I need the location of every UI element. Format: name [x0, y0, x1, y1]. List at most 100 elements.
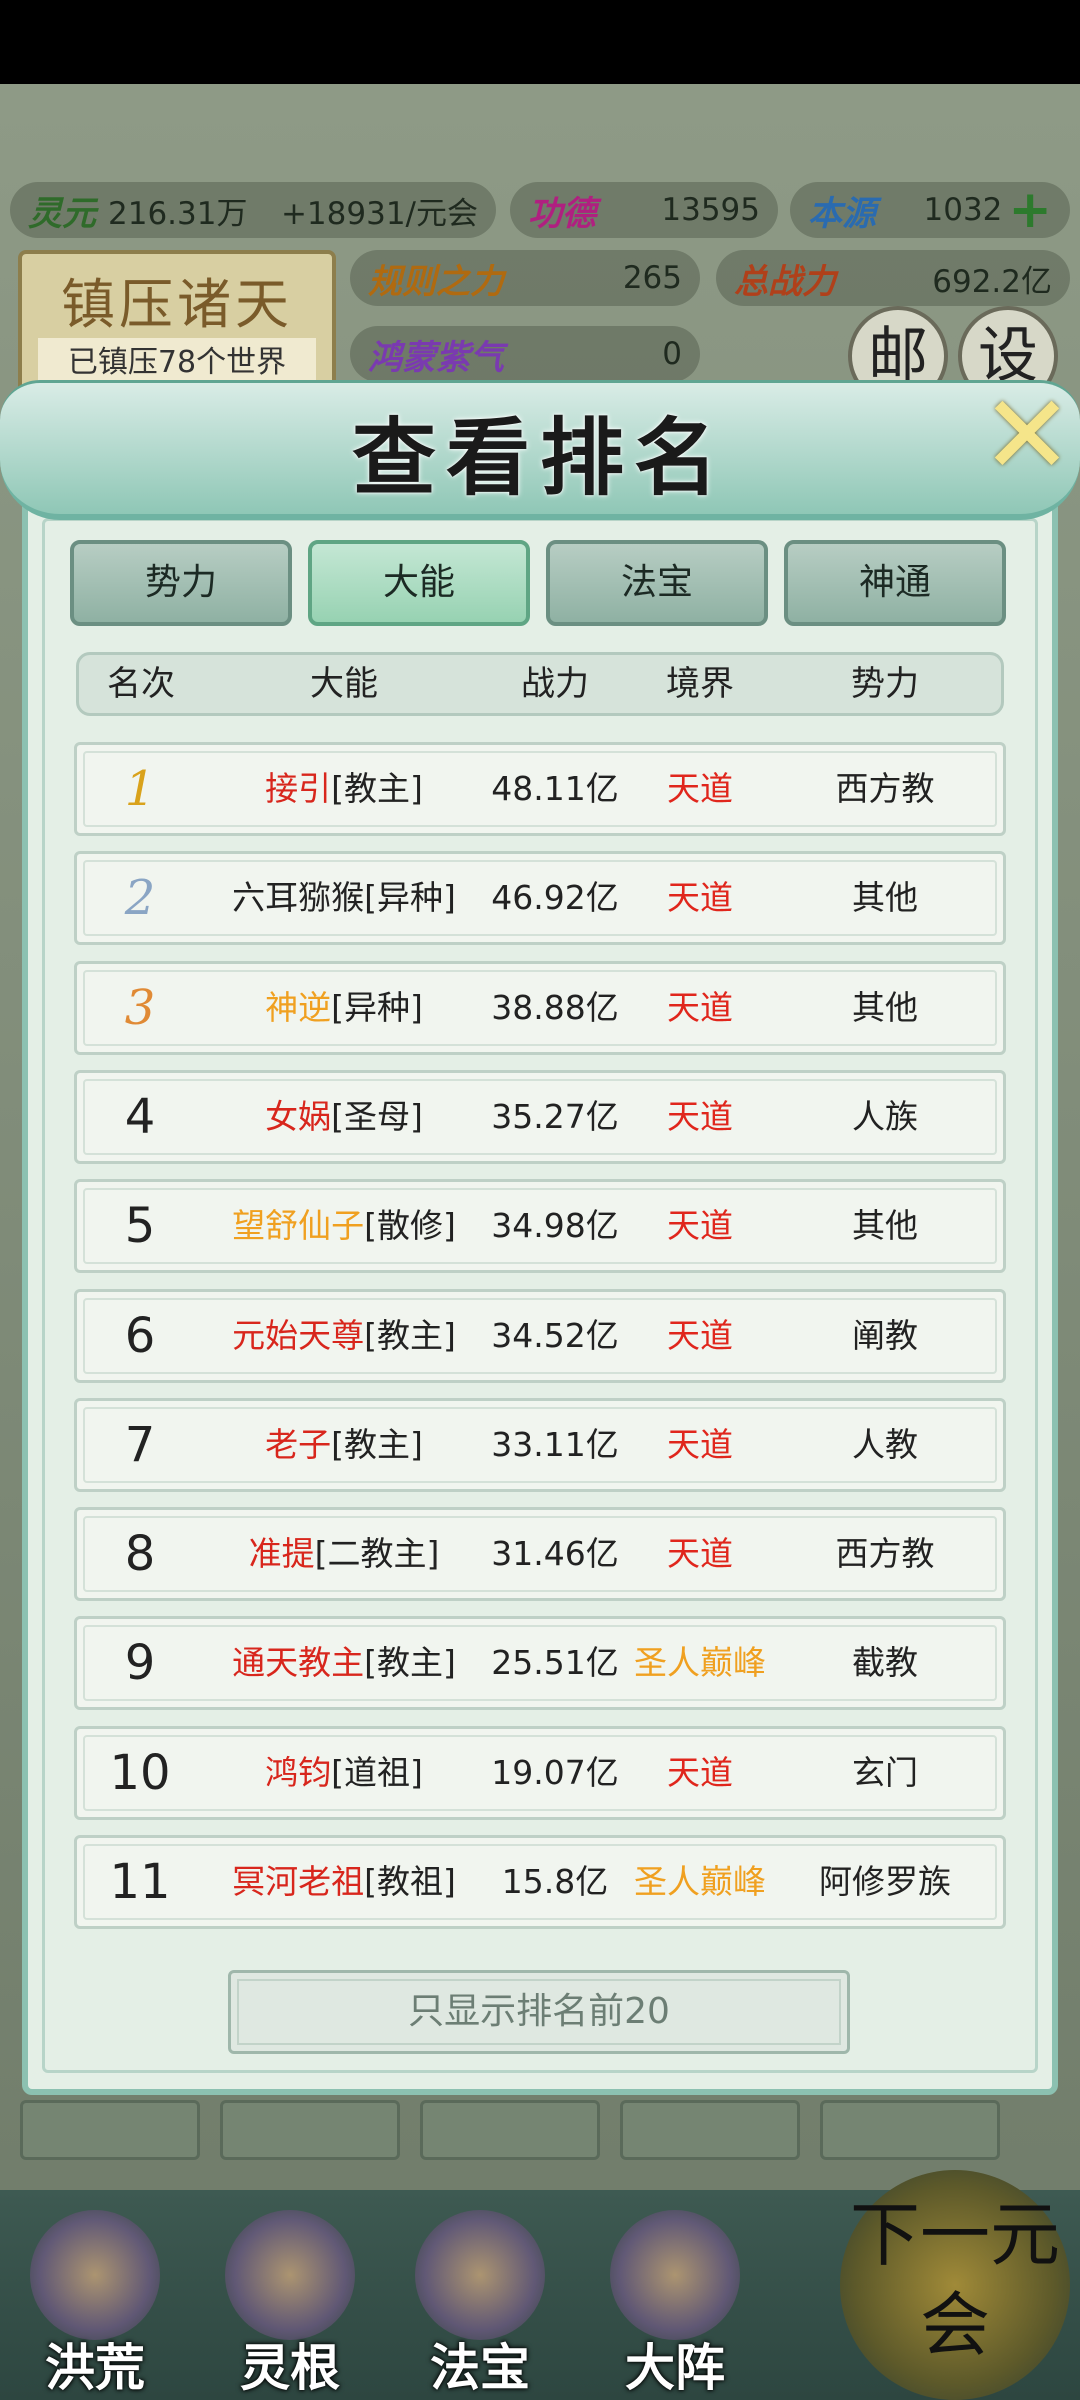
zhenya-panel[interactable]: 镇压诸天 已镇压78个世界 [18, 250, 336, 400]
tab-daneng[interactable]: 大能 [308, 540, 530, 626]
row-name: 神逆 [265, 987, 332, 1027]
ranking-row[interactable]: 4 女娲[圣母] 35.27亿 天道 人族 [74, 1069, 1006, 1164]
benyuan-label: 本源 [808, 193, 876, 234]
row-faction: 其他 [852, 1206, 918, 1246]
next-yuanhui-button[interactable]: 下一元会 [840, 2170, 1070, 2400]
row-title: [教主] [364, 1643, 456, 1683]
ranking-row[interactable]: 6 元始天尊[教主] 34.52亿 天道 阐教 [74, 1288, 1006, 1383]
row-faction: 截教 [852, 1643, 918, 1683]
row-faction: 阿修罗族 [819, 1862, 951, 1901]
row-name: 鸿钧 [265, 1752, 332, 1792]
row-rank: 1 [124, 761, 156, 817]
row-faction: 西方教 [835, 1534, 935, 1574]
treasure-icon [415, 2210, 545, 2340]
nav-dazhen[interactable]: 大阵 [590, 2210, 760, 2400]
header-name: 大能 [310, 664, 378, 704]
tab-shentong[interactable]: 神通 [784, 540, 1006, 626]
row-rank: 9 [124, 1635, 156, 1692]
row-power: 25.51亿 [491, 1643, 619, 1683]
row-title: [二教主] [314, 1534, 440, 1574]
row-faction: 人教 [852, 1424, 918, 1464]
gongde-value: 13595 [661, 192, 760, 228]
row-power: 19.07亿 [491, 1752, 619, 1792]
row-title: [异种] [364, 878, 456, 918]
ranking-row[interactable]: 11 冥河老祖[教祖] 15.8亿 圣人巅峰 阿修罗族 [74, 1835, 1006, 1929]
ranking-row[interactable]: 9 通天教主[教主] 25.51亿 圣人巅峰 截教 [74, 1616, 1006, 1711]
row-name: 女娲 [265, 1096, 332, 1136]
row-rank: 11 [109, 1854, 171, 1910]
row-name-cell: 老子[教主] [203, 1401, 485, 1489]
gongde-label: 功德 [528, 193, 596, 234]
nav-honghuang[interactable]: 洪荒 [10, 2210, 180, 2400]
guize-value: 265 [622, 260, 682, 296]
ranking-row[interactable]: 2 六耳猕猴[异种] 46.92亿 天道 其他 [74, 851, 1006, 946]
dialog-header: 查看排名 [0, 380, 1080, 520]
row-title: [散修] [364, 1206, 456, 1246]
nav-label: 灵根 [240, 2338, 340, 2397]
header-faction: 势力 [851, 664, 919, 704]
row-title: [道祖] [331, 1752, 423, 1792]
slot [620, 2100, 800, 2160]
row-rank: 3 [124, 979, 156, 1036]
row-power: 33.11亿 [491, 1424, 619, 1464]
ranking-row[interactable]: 8 准提[二教主] 31.46亿 天道 西方教 [74, 1507, 1006, 1602]
table-header: 名次 大能 战力 境界 势力 [76, 652, 1004, 716]
row-name: 老子 [265, 1424, 332, 1464]
row-name-cell: 接引[教主] [203, 745, 485, 833]
row-name-cell: 通天教主[教主] [203, 1619, 485, 1707]
row-realm: 天道 [667, 1534, 733, 1574]
ranking-row[interactable]: 1 接引[教主] 48.11亿 天道 西方教 [74, 742, 1006, 836]
close-icon[interactable]: ✕ [972, 380, 1080, 490]
row-rank: 10 [109, 1744, 171, 1801]
row-power: 15.8亿 [501, 1862, 609, 1901]
row-faction: 西方教 [835, 769, 935, 808]
row-title: [教主] [331, 769, 423, 808]
row-name: 通天教主 [232, 1643, 365, 1683]
row-faction: 人族 [852, 1096, 918, 1136]
hongmeng-label: 鸿蒙紫气 [368, 337, 504, 378]
header-rank: 名次 [107, 664, 175, 704]
lingyuan-label: 灵元 [28, 193, 96, 234]
row-faction: 玄门 [852, 1752, 918, 1792]
row-name-cell: 冥河老祖[教祖] [203, 1838, 485, 1926]
tab-shili[interactable]: 势力 [70, 540, 292, 626]
row-rank: 7 [124, 1416, 156, 1473]
row-name-cell: 鸿钧[道祖] [203, 1729, 485, 1817]
add-icon[interactable]: + [1008, 180, 1052, 240]
row-power: 48.11亿 [491, 769, 619, 808]
ranking-row[interactable]: 3 神逆[异种] 38.88亿 天道 其他 [74, 960, 1006, 1055]
benyuan-bar: 本源 1032 + [790, 180, 1070, 240]
ranking-tabs: 势力 大能 法宝 神通 [48, 540, 1008, 626]
nav-fabao[interactable]: 法宝 [395, 2210, 565, 2400]
only-top20-button[interactable]: 只显示排名前20 [228, 1970, 850, 2054]
guize-bar: 规则之力 265 [350, 250, 700, 306]
guize-label: 规则之力 [368, 261, 504, 302]
nav-label: 洪荒 [45, 2338, 145, 2397]
ranking-row[interactable]: 5 望舒仙子[散修] 34.98亿 天道 其他 [74, 1179, 1006, 1274]
benyuan-value: 1032 [923, 192, 1003, 228]
row-rank: 6 [124, 1307, 156, 1364]
row-title: [圣母] [331, 1096, 423, 1136]
row-title: [教主] [331, 1424, 423, 1464]
zhenya-title: 镇压诸天 [61, 273, 293, 336]
row-power: 31.46亿 [491, 1534, 619, 1574]
zongzhanli-label: 总战力 [734, 261, 836, 302]
ranking-list[interactable]: 1 接引[教主] 48.11亿 天道 西方教 2 六耳猕猴[异种] 46.92亿 天道 其他 3 神逆… [74, 742, 1006, 1947]
row-name-cell: 准提[二教主] [203, 1510, 485, 1598]
slot [20, 2100, 200, 2160]
row-realm: 天道 [667, 1206, 733, 1246]
nav-label: 大阵 [625, 2338, 725, 2397]
row-rank: 8 [124, 1526, 156, 1583]
row-rank: 2 [124, 870, 156, 927]
row-realm: 圣人巅峰 [634, 1643, 766, 1683]
ranking-row[interactable]: 10 鸿钧[道祖] 19.07亿 天道 玄门 [74, 1725, 1006, 1820]
row-name-cell: 神逆[异种] [203, 964, 485, 1052]
row-power: 38.88亿 [491, 987, 619, 1027]
row-title: [异种] [331, 987, 423, 1027]
row-name-cell: 元始天尊[教主] [203, 1292, 485, 1380]
nav-linggen[interactable]: 灵根 [205, 2210, 375, 2400]
ranking-row[interactable]: 7 老子[教主] 33.11亿 天道 人教 [74, 1397, 1006, 1492]
slot [220, 2100, 400, 2160]
row-faction: 其他 [852, 878, 918, 918]
tab-fabao[interactable]: 法宝 [546, 540, 768, 626]
